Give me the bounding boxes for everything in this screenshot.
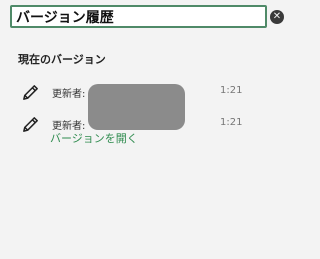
version-history-title: バージョン履歴 <box>16 9 114 26</box>
pencil-icon <box>23 117 38 132</box>
version-time: 1:21 <box>220 85 243 96</box>
redacted-editor-name <box>88 84 185 130</box>
version-history-title-field[interactable]: バージョン履歴 <box>10 5 267 28</box>
close-icon[interactable]: ✕ <box>270 10 284 24</box>
panel-header: バージョン履歴 ✕ <box>0 0 300 40</box>
open-version-link[interactable]: バージョンを開く <box>50 130 138 146</box>
version-time: 1:21 <box>220 117 243 128</box>
pencil-icon <box>23 85 38 100</box>
current-version-heading: 現在のバージョン <box>18 53 106 66</box>
updated-by-label: 更新者: <box>52 89 86 100</box>
